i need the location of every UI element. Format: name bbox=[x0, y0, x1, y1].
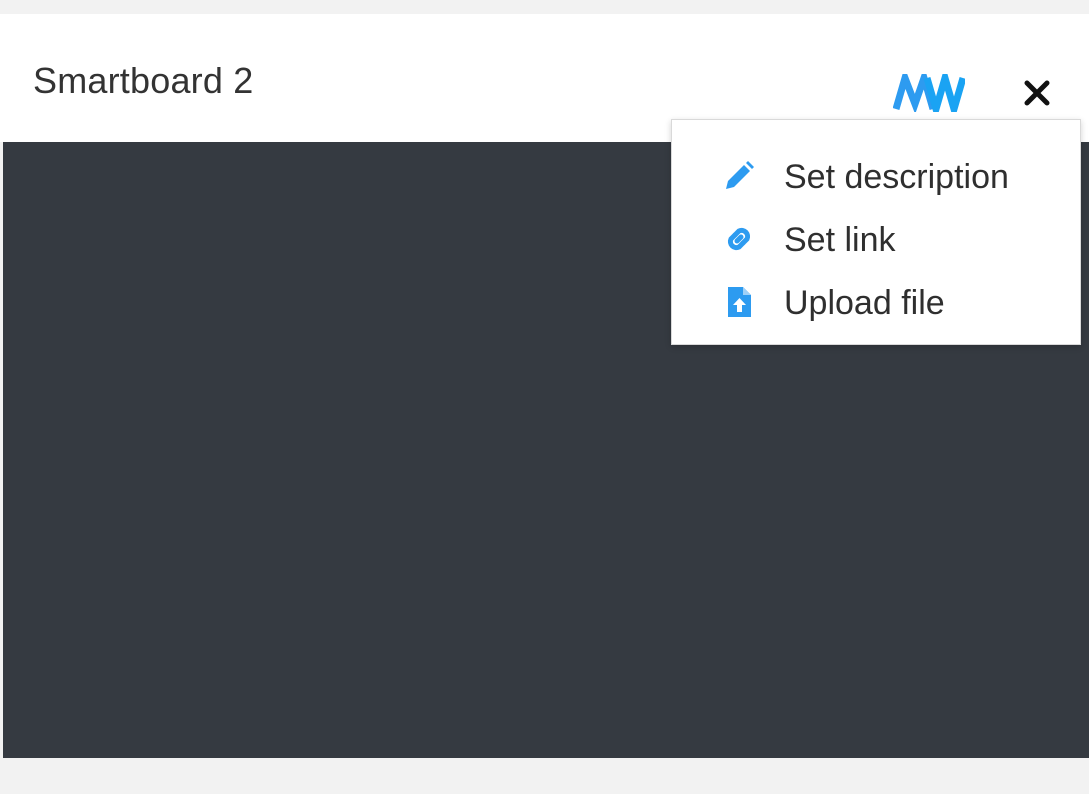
context-menu: Set description Set link Upload file bbox=[671, 119, 1081, 345]
menu-item-set-link[interactable]: Set link bbox=[672, 208, 1080, 266]
window-title: Smartboard 2 bbox=[33, 60, 254, 101]
menu-item-upload-file[interactable]: Upload file bbox=[672, 271, 1080, 329]
mw-logo-icon[interactable] bbox=[893, 74, 965, 112]
smartboard-window: Smartboard 2 Set description Set link Up… bbox=[0, 0, 1089, 794]
file-upload-icon bbox=[728, 287, 751, 317]
menu-item-label: Upload file bbox=[784, 284, 945, 322]
menu-item-label: Set description bbox=[784, 158, 1009, 196]
close-icon[interactable] bbox=[1020, 76, 1054, 110]
menu-item-label: Set link bbox=[784, 221, 896, 259]
link-icon bbox=[727, 227, 751, 251]
pencil-icon bbox=[726, 161, 754, 189]
menu-item-set-description[interactable]: Set description bbox=[672, 145, 1080, 203]
